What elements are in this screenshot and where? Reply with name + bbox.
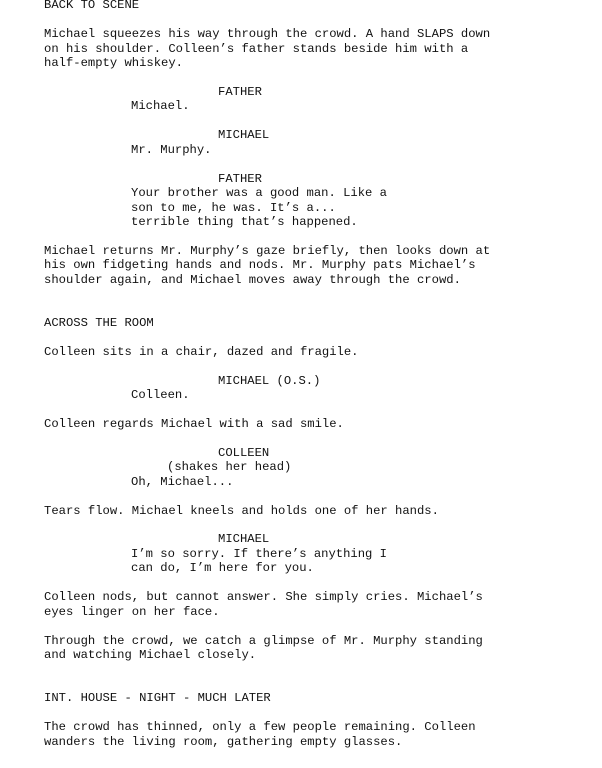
dialogue-line: Colleen.	[131, 388, 190, 402]
character-cue: MICHAEL	[218, 128, 270, 142]
scene-heading: ACROSS THE ROOM	[44, 316, 154, 330]
dialogue-line: son to me, he was. It’s a...	[131, 201, 336, 215]
action-line: Colleen regards Michael with a sad smile…	[44, 417, 344, 431]
action-line: wanders the living room, gathering empty…	[44, 735, 403, 749]
scene-transition: BACK TO SCENE	[44, 0, 140, 12]
dialogue-line: Mr. Murphy.	[131, 143, 212, 157]
dialogue-line: Michael.	[131, 99, 190, 113]
action-line: eyes linger on her face.	[44, 605, 220, 619]
action-line: on his shoulder. Colleen’s father stands…	[44, 42, 469, 56]
dialogue-line: Your brother was a good man. Like a	[131, 186, 387, 200]
action-line: Michael squeezes his way through the cro…	[44, 27, 491, 41]
dialogue-line: terrible thing that’s happened.	[131, 215, 358, 229]
dialogue-line: Oh, Michael...	[131, 475, 234, 489]
action-line: and watching Michael closely.	[44, 648, 257, 662]
action-line: Michael returns Mr. Murphy’s gaze briefl…	[44, 244, 491, 258]
character-cue: MICHAEL	[218, 532, 270, 546]
parenthetical: (shakes her head)	[167, 460, 292, 474]
action-line: The crowd has thinned, only a few people…	[44, 720, 476, 734]
character-cue: FATHER	[218, 85, 262, 99]
action-line: shoulder again, and Michael moves away t…	[44, 273, 461, 287]
action-line: Tears flow. Michael kneels and holds one…	[44, 504, 439, 518]
scene-heading: INT. HOUSE - NIGHT - MUCH LATER	[44, 691, 271, 705]
character-cue: FATHER	[218, 172, 262, 186]
dialogue-line: I’m so sorry. If there’s anything I	[131, 547, 387, 561]
action-line: Colleen sits in a chair, dazed and fragi…	[44, 345, 359, 359]
character-cue: COLLEEN	[218, 446, 270, 460]
action-line: half-empty whiskey.	[44, 56, 183, 70]
dialogue-line: can do, I’m here for you.	[131, 561, 314, 575]
action-line: Colleen nods, but cannot answer. She sim…	[44, 590, 483, 604]
action-line: Through the crowd, we catch a glimpse of…	[44, 634, 483, 648]
action-line: his own fidgeting hands and nods. Mr. Mu…	[44, 258, 476, 272]
character-cue: MICHAEL (O.S.)	[218, 374, 321, 388]
